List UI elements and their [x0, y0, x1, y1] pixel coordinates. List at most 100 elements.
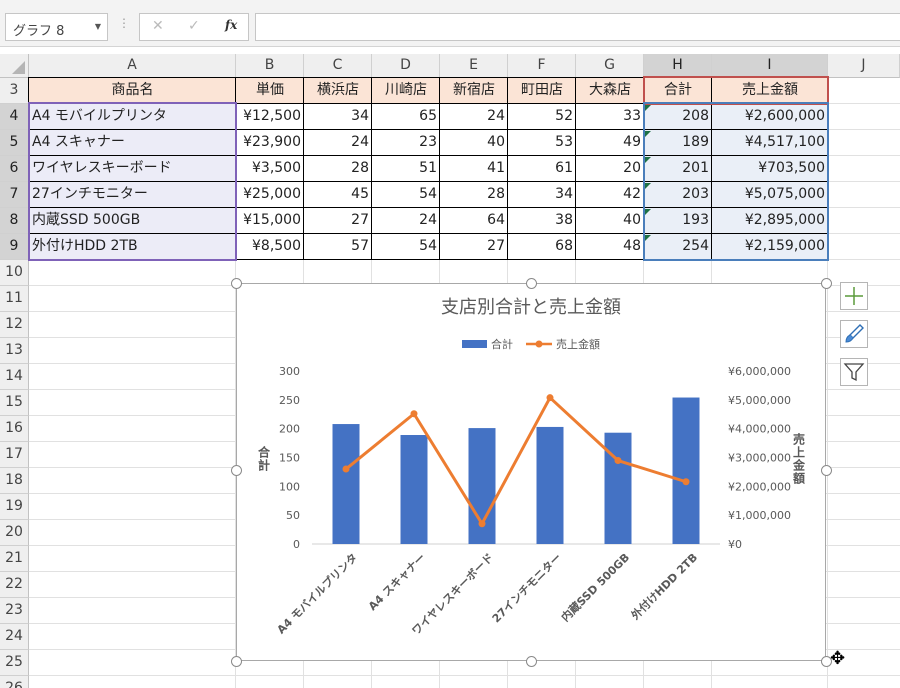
table-cell[interactable]: 28 — [304, 156, 372, 182]
row-header-11[interactable]: 11 — [0, 286, 29, 312]
enter-icon[interactable]: ✓ — [188, 18, 200, 34]
table-cell[interactable]: 193 — [644, 208, 712, 234]
table-cell[interactable]: 201 — [644, 156, 712, 182]
row-header-6[interactable]: 6 — [0, 156, 29, 182]
column-header-h[interactable]: H — [644, 54, 712, 78]
table-cell[interactable]: 42 — [576, 182, 644, 208]
table-cell[interactable]: 41 — [440, 156, 508, 182]
insert-function-icon[interactable]: fx — [225, 18, 237, 32]
table-cell[interactable]: 49 — [576, 130, 644, 156]
table-cell[interactable]: 38 — [508, 208, 576, 234]
row-header-9[interactable]: 9 — [0, 234, 29, 260]
table-cell[interactable]: 24 — [440, 104, 508, 130]
table-cell[interactable]: ¥8,500 — [236, 234, 304, 260]
chart-elements-button[interactable] — [840, 282, 868, 310]
table-header-cell[interactable]: 新宿店 — [440, 78, 508, 104]
table-cell[interactable]: 24 — [372, 208, 440, 234]
table-header-cell[interactable]: 大森店 — [576, 78, 644, 104]
resize-handle[interactable] — [821, 278, 832, 289]
row-header-8[interactable]: 8 — [0, 208, 29, 234]
table-cell[interactable]: 外付けHDD 2TB — [29, 234, 236, 260]
table-cell[interactable]: 40 — [576, 208, 644, 234]
chart-styles-button[interactable] — [840, 320, 868, 348]
table-cell[interactable]: 203 — [644, 182, 712, 208]
row-header-25[interactable]: 25 — [0, 650, 29, 676]
table-cell[interactable]: ¥2,159,000 — [712, 234, 828, 260]
table-cell[interactable]: A4 モバイルプリンタ — [29, 104, 236, 130]
table-cell[interactable]: 52 — [508, 104, 576, 130]
table-cell[interactable]: 61 — [508, 156, 576, 182]
row-header-21[interactable]: 21 — [0, 546, 29, 572]
resize-handle[interactable] — [526, 656, 537, 667]
table-header-cell[interactable]: 町田店 — [508, 78, 576, 104]
row-header-18[interactable]: 18 — [0, 468, 29, 494]
table-cell[interactable]: 54 — [372, 234, 440, 260]
column-header-e[interactable]: E — [440, 54, 508, 78]
table-cell[interactable]: 内蔵SSD 500GB — [29, 208, 236, 234]
name-box[interactable]: グラフ 8 ▼ — [5, 13, 108, 41]
table-header-cell[interactable]: 商品名 — [29, 78, 236, 104]
formula-input[interactable] — [255, 13, 900, 41]
table-cell[interactable]: ¥3,500 — [236, 156, 304, 182]
table-cell[interactable]: 53 — [508, 130, 576, 156]
table-cell[interactable]: 57 — [304, 234, 372, 260]
resize-handle[interactable] — [821, 656, 832, 667]
column-header-c[interactable]: C — [304, 54, 372, 78]
table-cell[interactable]: 51 — [372, 156, 440, 182]
table-cell[interactable]: 64 — [440, 208, 508, 234]
chart-filters-button[interactable] — [840, 358, 868, 386]
table-cell[interactable]: ¥15,000 — [236, 208, 304, 234]
combo-chart[interactable]: 支店別合計と売上金額 合計 売上金額 0 50 100 150 200 250 300 ¥0 ¥1,0… — [236, 283, 826, 661]
table-cell[interactable]: ¥25,000 — [236, 182, 304, 208]
row-header-5[interactable]: 5 — [0, 130, 29, 156]
table-cell[interactable]: 254 — [644, 234, 712, 260]
table-header-cell[interactable]: 川崎店 — [372, 78, 440, 104]
table-header-cell[interactable]: 合計 — [644, 78, 712, 104]
row-header-17[interactable]: 17 — [0, 442, 29, 468]
table-cell[interactable]: 54 — [372, 182, 440, 208]
table-cell[interactable]: 27 — [440, 234, 508, 260]
row-header-3[interactable]: 3 — [0, 78, 29, 104]
table-cell[interactable]: 208 — [644, 104, 712, 130]
table-cell[interactable]: ¥12,500 — [236, 104, 304, 130]
column-header-i[interactable]: I — [712, 54, 828, 78]
table-cell[interactable]: A4 スキャナー — [29, 130, 236, 156]
row-header-16[interactable]: 16 — [0, 416, 29, 442]
table-header-cell[interactable]: 単価 — [236, 78, 304, 104]
row-header-26[interactable]: 26 — [0, 676, 29, 688]
table-cell[interactable]: 68 — [508, 234, 576, 260]
table-cell[interactable]: 27インチモニター — [29, 182, 236, 208]
row-header-24[interactable]: 24 — [0, 624, 29, 650]
column-header-b[interactable]: B — [236, 54, 304, 78]
table-cell[interactable]: ¥703,500 — [712, 156, 828, 182]
table-header-cell[interactable]: 売上金額 — [712, 78, 828, 104]
row-header-10[interactable]: 10 — [0, 260, 29, 286]
row-header-14[interactable]: 14 — [0, 364, 29, 390]
column-header-a[interactable]: A — [29, 54, 236, 78]
table-cell[interactable]: 28 — [440, 182, 508, 208]
table-cell[interactable]: 34 — [508, 182, 576, 208]
table-cell[interactable]: ¥2,600,000 — [712, 104, 828, 130]
row-header-7[interactable]: 7 — [0, 182, 29, 208]
select-all-corner[interactable] — [0, 54, 29, 78]
column-header-g[interactable]: G — [576, 54, 644, 78]
table-cell[interactable]: 23 — [372, 130, 440, 156]
table-cell[interactable]: 20 — [576, 156, 644, 182]
resize-handle[interactable] — [231, 278, 242, 289]
column-header-j[interactable]: J — [828, 54, 900, 78]
table-cell[interactable]: 40 — [440, 130, 508, 156]
resize-handle[interactable] — [526, 278, 537, 289]
resize-handle[interactable] — [821, 465, 832, 476]
resize-handle[interactable] — [231, 465, 242, 476]
row-header-23[interactable]: 23 — [0, 598, 29, 624]
row-header-20[interactable]: 20 — [0, 520, 29, 546]
row-header-13[interactable]: 13 — [0, 338, 29, 364]
chevron-down-icon[interactable]: ▼ — [95, 22, 101, 31]
table-cell[interactable]: ¥2,895,000 — [712, 208, 828, 234]
column-header-f[interactable]: F — [508, 54, 576, 78]
resize-handle[interactable] — [231, 656, 242, 667]
table-cell[interactable]: 45 — [304, 182, 372, 208]
table-cell[interactable]: ワイヤレスキーボード — [29, 156, 236, 182]
table-cell[interactable]: 189 — [644, 130, 712, 156]
column-header-d[interactable]: D — [372, 54, 440, 78]
